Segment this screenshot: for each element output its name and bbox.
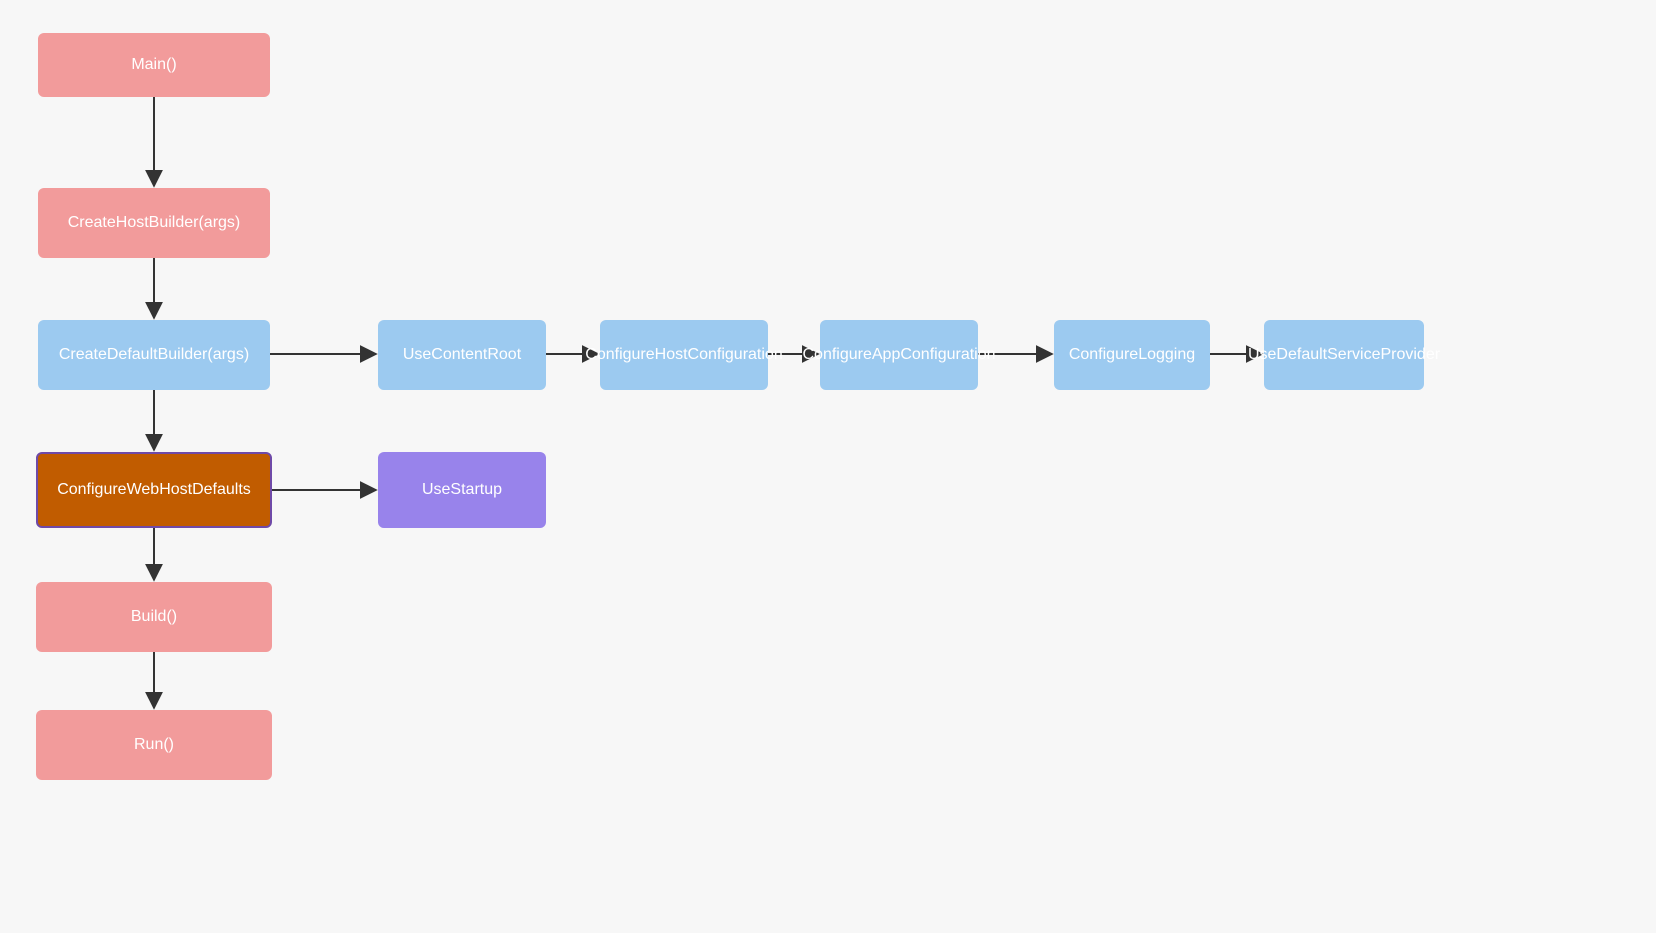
node-configure-host-configuration[interactable]: ConfigureHostConfiguration [600, 320, 768, 390]
node-configure-app-configuration[interactable]: ConfigureAppConfiguration [820, 320, 978, 390]
node-create-host-builder[interactable]: CreateHostBuilder(args) [38, 188, 270, 258]
node-configure-logging[interactable]: ConfigureLogging [1054, 320, 1210, 390]
node-create-default-builder[interactable]: CreateDefaultBuilder(args) [38, 320, 270, 390]
node-configure-web-host-defaults[interactable]: ConfigureWebHostDefaults [36, 452, 272, 528]
node-main[interactable]: Main() [38, 33, 270, 97]
node-build[interactable]: Build() [36, 582, 272, 652]
node-use-content-root[interactable]: UseContentRoot [378, 320, 546, 390]
node-run[interactable]: Run() [36, 710, 272, 780]
node-use-startup[interactable]: UseStartup [378, 452, 546, 528]
node-use-default-service-provider[interactable]: UseDefaultServiceProvider [1264, 320, 1424, 390]
diagram-canvas: Main() CreateHostBuilder(args) CreateDef… [0, 0, 1656, 933]
